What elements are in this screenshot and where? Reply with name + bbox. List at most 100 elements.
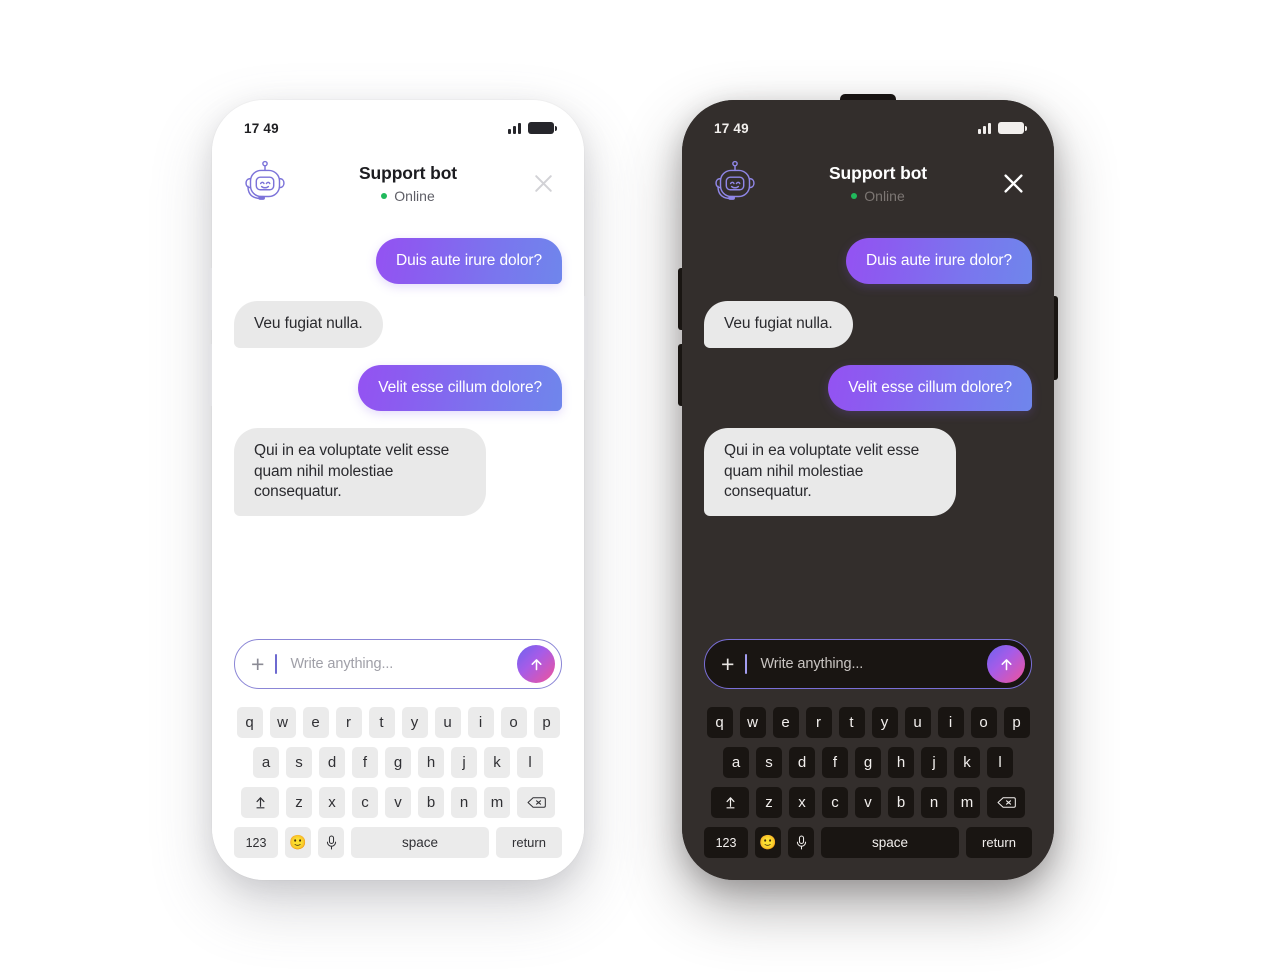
numeric-key[interactable]: 123	[234, 827, 278, 858]
key-n[interactable]: n	[451, 787, 477, 818]
key-q[interactable]: q	[706, 707, 733, 738]
message-composer[interactable]: + Write anything...	[704, 639, 1032, 689]
microphone-icon[interactable]	[318, 827, 344, 858]
key-f[interactable]: f	[352, 747, 378, 778]
return-key[interactable]: return	[966, 827, 1032, 858]
emoji-key[interactable]: 🙂	[755, 827, 781, 858]
key-u[interactable]: u	[904, 707, 931, 738]
status-badge: Online	[288, 188, 528, 204]
key-t[interactable]: t	[838, 707, 865, 738]
key-o[interactable]: o	[970, 707, 997, 738]
key-a[interactable]: a	[723, 747, 749, 778]
key-o[interactable]: o	[500, 707, 527, 738]
key-l[interactable]: l	[517, 747, 543, 778]
shift-up-arrow-icon[interactable]	[711, 787, 749, 818]
key-x[interactable]: x	[789, 787, 815, 818]
key-r[interactable]: r	[805, 707, 832, 738]
keyboard-row-2: a s d f g h j k l	[234, 747, 562, 778]
key-p[interactable]: p	[533, 707, 560, 738]
key-c[interactable]: c	[352, 787, 378, 818]
key-c[interactable]: c	[822, 787, 848, 818]
signal-bars-icon	[508, 122, 521, 134]
key-v[interactable]: v	[855, 787, 881, 818]
key-y[interactable]: y	[401, 707, 428, 738]
keyboard-row-4: 123 🙂 space return	[704, 827, 1032, 858]
send-button[interactable]	[517, 645, 555, 683]
key-v[interactable]: v	[385, 787, 411, 818]
key-s[interactable]: s	[756, 747, 782, 778]
message-row: Qui in ea voluptate velit esse quam nihi…	[234, 428, 562, 516]
message-input[interactable]: Write anything...	[760, 656, 987, 672]
shift-up-arrow-icon[interactable]	[241, 787, 279, 818]
message-bubble-outgoing: Duis aute irure dolor?	[846, 238, 1032, 285]
status-icons	[978, 122, 1027, 134]
space-key[interactable]: space	[821, 827, 959, 858]
add-attachment-icon[interactable]: +	[251, 652, 264, 676]
screen-light: 17 49 Support bot Online Duis aute irure…	[212, 100, 584, 880]
status-icons	[508, 122, 557, 134]
key-z[interactable]: z	[286, 787, 312, 818]
key-h[interactable]: h	[418, 747, 444, 778]
key-e[interactable]: e	[772, 707, 799, 738]
key-d[interactable]: d	[319, 747, 345, 778]
key-w[interactable]: w	[739, 707, 766, 738]
keyboard-row-1: q w e r t y u i o p	[234, 707, 562, 738]
message-composer[interactable]: + Write anything...	[234, 639, 562, 689]
key-r[interactable]: r	[335, 707, 362, 738]
key-w[interactable]: w	[269, 707, 296, 738]
status-clock: 17 49	[714, 120, 749, 136]
key-u[interactable]: u	[434, 707, 461, 738]
key-k[interactable]: k	[954, 747, 980, 778]
emoji-key[interactable]: 🙂	[285, 827, 311, 858]
key-m[interactable]: m	[484, 787, 510, 818]
virtual-keyboard: q w e r t y u i o p a s d f g h j k l z …	[234, 707, 562, 880]
key-k[interactable]: k	[484, 747, 510, 778]
message-list: Duis aute irure dolor? Veu fugiat nulla.…	[704, 216, 1032, 613]
online-status-label: Online	[394, 187, 435, 204]
message-bubble-outgoing: Velit esse cillum dolore?	[828, 364, 1032, 412]
key-b[interactable]: b	[888, 787, 914, 818]
battery-full-icon	[528, 122, 557, 134]
message-row: Qui in ea voluptate velit esse quam nihi…	[704, 428, 1032, 516]
key-g[interactable]: g	[385, 747, 411, 778]
key-i[interactable]: i	[937, 707, 964, 738]
header-titles: Support bot Online	[758, 163, 998, 204]
add-attachment-icon[interactable]: +	[721, 652, 734, 676]
key-n[interactable]: n	[921, 787, 947, 818]
key-j[interactable]: j	[451, 747, 477, 778]
space-key[interactable]: space	[351, 827, 489, 858]
key-s[interactable]: s	[286, 747, 312, 778]
key-h[interactable]: h	[888, 747, 914, 778]
key-z[interactable]: z	[756, 787, 782, 818]
send-button[interactable]	[987, 645, 1025, 683]
key-y[interactable]: y	[871, 707, 898, 738]
key-f[interactable]: f	[822, 747, 848, 778]
close-x-icon[interactable]	[998, 168, 1028, 198]
backspace-delete-icon[interactable]	[517, 787, 555, 818]
key-q[interactable]: q	[236, 707, 263, 738]
key-a[interactable]: a	[253, 747, 279, 778]
message-row: Duis aute irure dolor?	[234, 238, 562, 285]
key-l[interactable]: l	[987, 747, 1013, 778]
message-bubble-incoming: Qui in ea voluptate velit esse quam nihi…	[704, 428, 956, 516]
key-t[interactable]: t	[368, 707, 395, 738]
virtual-keyboard: q w e r t y u i o p a s d f g h j k l z …	[704, 707, 1032, 880]
backspace-delete-icon[interactable]	[987, 787, 1025, 818]
message-input[interactable]: Write anything...	[290, 656, 517, 672]
numeric-key[interactable]: 123	[704, 827, 748, 858]
close-x-icon[interactable]	[528, 168, 558, 198]
key-e[interactable]: e	[302, 707, 329, 738]
key-i[interactable]: i	[467, 707, 494, 738]
key-d[interactable]: d	[789, 747, 815, 778]
key-m[interactable]: m	[954, 787, 980, 818]
key-x[interactable]: x	[319, 787, 345, 818]
return-key[interactable]: return	[496, 827, 562, 858]
key-j[interactable]: j	[921, 747, 947, 778]
key-b[interactable]: b	[418, 787, 444, 818]
key-g[interactable]: g	[855, 747, 881, 778]
message-row: Duis aute irure dolor?	[704, 238, 1032, 285]
key-p[interactable]: p	[1003, 707, 1030, 738]
status-bar: 17 49	[234, 100, 562, 142]
microphone-icon[interactable]	[788, 827, 814, 858]
keyboard-row-3: z x c v b n m	[704, 787, 1032, 818]
